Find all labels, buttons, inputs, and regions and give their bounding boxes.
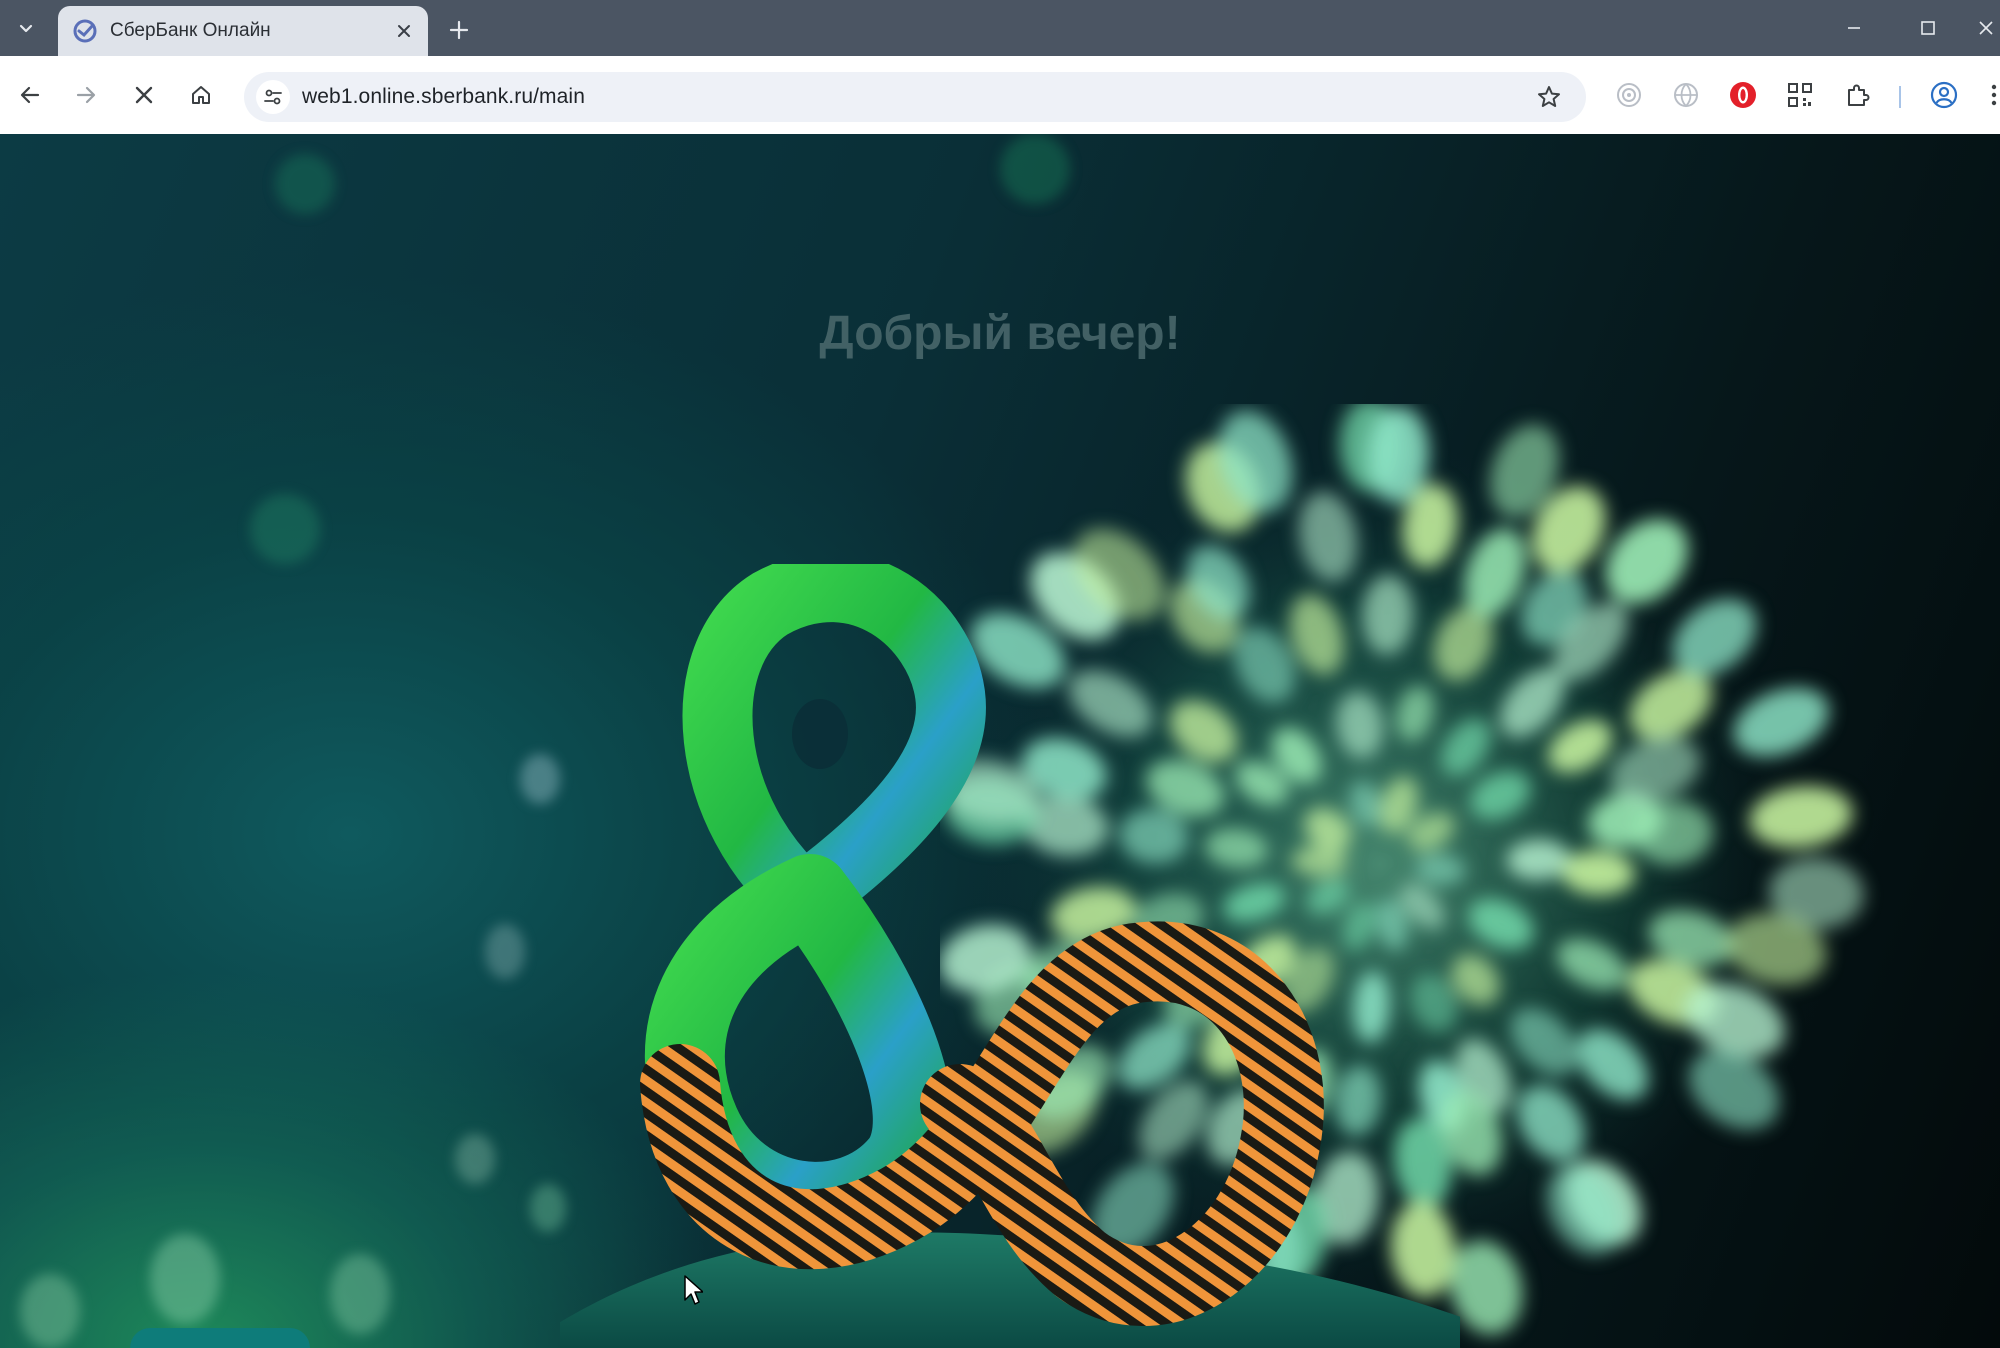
extension-target-icon[interactable] xyxy=(1612,78,1646,112)
bokeh-light xyxy=(330,1254,390,1334)
extension-globe-icon[interactable] xyxy=(1669,78,1703,112)
qr-code-icon[interactable] xyxy=(1783,78,1817,112)
site-info-button[interactable] xyxy=(256,80,290,114)
tab-close-button[interactable] xyxy=(390,17,418,45)
new-tab-button[interactable] xyxy=(443,14,475,46)
home-icon xyxy=(192,86,210,104)
maximize-icon xyxy=(1921,21,1935,35)
bottom-panel-tab[interactable] xyxy=(130,1328,310,1348)
tab-title: СберБанк Онлайн xyxy=(110,20,271,41)
toolbar-separator xyxy=(1899,86,1901,108)
star-icon xyxy=(1538,86,1560,107)
profile-avatar-icon[interactable] xyxy=(1927,78,1961,112)
arrow-right-icon xyxy=(76,86,96,104)
tune-icon xyxy=(264,89,282,105)
browser-toolbar: web1.online.sberbank.ru/main xyxy=(0,56,2000,134)
close-icon xyxy=(135,86,153,104)
home-button[interactable] xyxy=(183,77,219,113)
minimize-icon xyxy=(1848,27,1860,29)
arrow-left-icon xyxy=(20,86,40,104)
victory-day-eight-artwork xyxy=(560,564,1460,1348)
close-window-button[interactable] xyxy=(1972,10,2000,46)
bokeh-light xyxy=(275,154,335,214)
url-text[interactable]: web1.online.sberbank.ru/main xyxy=(302,85,585,109)
browser-tab-strip: СберБанк Онлайн xyxy=(0,0,2000,56)
back-button[interactable] xyxy=(12,77,48,113)
close-icon xyxy=(398,25,410,37)
forward-button[interactable] xyxy=(68,77,104,113)
chevron-down-icon xyxy=(19,24,33,33)
address-bar[interactable]: web1.online.sberbank.ru/main xyxy=(244,72,1586,122)
stop-loading-button[interactable] xyxy=(126,77,162,113)
browser-menu-icon[interactable] xyxy=(1988,78,2000,112)
bokeh-light xyxy=(485,924,525,979)
greeting-title: Добрый вечер! xyxy=(819,307,1181,360)
bokeh-light xyxy=(520,754,560,804)
bokeh-light xyxy=(455,1134,495,1184)
minimize-button[interactable] xyxy=(1834,10,1874,46)
bookmark-button[interactable] xyxy=(1534,82,1564,112)
bokeh-light xyxy=(150,1234,220,1324)
sberbank-logo-icon xyxy=(72,18,98,44)
opera-vpn-icon[interactable] xyxy=(1726,78,1760,112)
tab-search-button[interactable] xyxy=(10,12,42,44)
page-content: Добрый вечер! xyxy=(0,134,2000,1348)
browser-tab[interactable]: СберБанк Онлайн xyxy=(58,6,428,56)
mouse-cursor-icon xyxy=(684,1275,703,1305)
extensions-puzzle-icon[interactable] xyxy=(1841,78,1875,112)
bokeh-light xyxy=(1000,134,1070,204)
close-icon xyxy=(1979,21,1993,35)
maximize-button[interactable] xyxy=(1908,10,1948,46)
plus-icon xyxy=(449,20,469,40)
bokeh-light xyxy=(250,494,320,564)
bokeh-light xyxy=(20,1274,80,1348)
